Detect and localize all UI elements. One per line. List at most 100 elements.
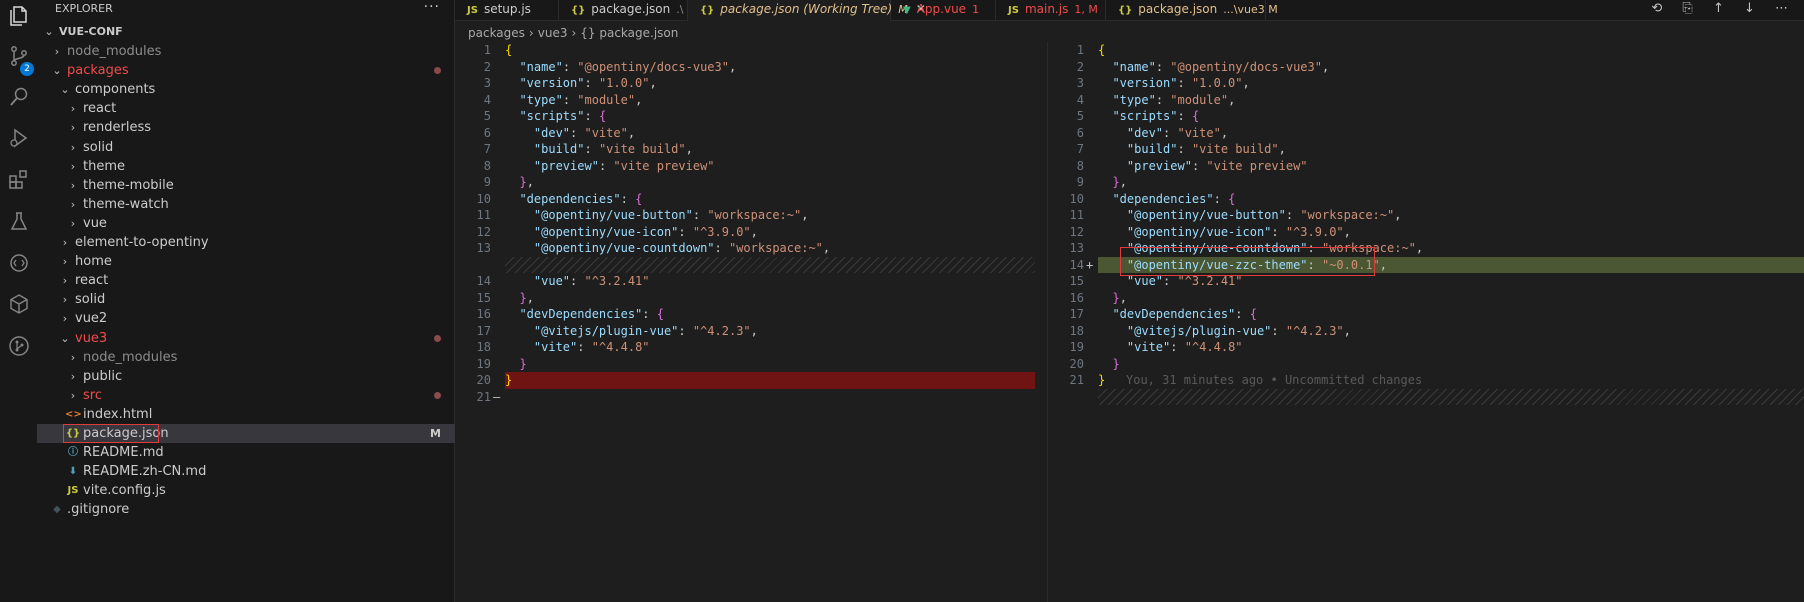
tree-folder[interactable]: › vue2 — [37, 309, 455, 328]
code-line[interactable]: 2 "name": "@opentiny/docs-vue3", — [1048, 59, 1804, 76]
editor-tab[interactable]: ▼ App.vue 1 — [891, 0, 996, 21]
git-graph-icon[interactable] — [7, 334, 31, 358]
tree-file[interactable]: <> index.html — [37, 405, 455, 424]
code-line[interactable]: 5 "scripts": { — [1048, 108, 1804, 125]
code-text: }, — [519, 290, 534, 305]
code-line[interactable]: 4 "type": "module", — [455, 92, 1047, 109]
code-line[interactable]: 14 "vue": "^3.2.41" — [455, 273, 1047, 290]
run-debug-icon[interactable] — [7, 126, 31, 150]
tree-folder[interactable]: › src — [37, 386, 455, 405]
tree-folder[interactable]: › node_modules — [37, 42, 455, 61]
line-number: 12 — [1069, 224, 1084, 239]
code-line[interactable]: 8 "preview": "vite preview" — [1048, 158, 1804, 175]
tree-root-folder[interactable]: ⌄ VUE-CONF — [37, 22, 455, 41]
code-line[interactable]: 13 "@opentiny/vue-countdown": "workspace… — [455, 240, 1047, 257]
code-line[interactable]: 17 "@vitejs/plugin-vue": "^4.2.3", — [455, 323, 1047, 340]
tree-folder[interactable]: › theme-watch — [37, 195, 455, 214]
code-text: }, — [1112, 290, 1127, 305]
editor-actions[interactable]: ⟲ ⎘ ↑ ↓ ⋯ — [1651, 0, 1796, 18]
code-line[interactable]: 2 "name": "@opentiny/docs-vue3", — [455, 59, 1047, 76]
tree-folder[interactable]: › public — [37, 367, 455, 386]
code-line[interactable]: 10 "dependencies": { — [455, 191, 1047, 208]
tree-file[interactable]: ⓘ README.md — [37, 443, 455, 462]
tree-folder[interactable]: › vue — [37, 214, 455, 233]
breadcrumb-item[interactable]: {} package.json — [580, 26, 678, 40]
editor-tab[interactable]: JS setup.js — [455, 0, 559, 21]
tree-item-label: react — [75, 273, 109, 289]
code-line[interactable]: 20 } — [1048, 356, 1804, 373]
code-line[interactable]: 16 "devDependencies": { — [455, 306, 1047, 323]
tree-folder[interactable]: › react — [37, 99, 455, 118]
code-line[interactable]: 15 }, — [455, 290, 1047, 307]
code-line[interactable]: 7 "build": "vite build", — [455, 141, 1047, 158]
remote-explorer-icon[interactable] — [7, 251, 31, 275]
code-line[interactable]: 18 "@vitejs/plugin-vue": "^4.2.3", — [1048, 323, 1804, 340]
file-type-icon: JS — [67, 485, 79, 497]
tree-folder[interactable]: › home — [37, 252, 455, 271]
code-line[interactable]: 4 "type": "module", — [1048, 92, 1804, 109]
line-number: 16 — [1069, 290, 1084, 305]
code-line[interactable]: 20} — [455, 372, 1047, 389]
tree-folder[interactable]: › react — [37, 271, 455, 290]
code-line[interactable]: 9 }, — [455, 174, 1047, 191]
code-line[interactable]: 19 "vite": "^4.4.8" — [1048, 339, 1804, 356]
tree-folder[interactable]: › solid — [37, 138, 455, 157]
tree-file[interactable]: JS vite.config.js — [37, 481, 455, 500]
extensions-icon[interactable] — [7, 168, 31, 192]
code-line[interactable]: 11 "@opentiny/vue-button": "workspace:~"… — [1048, 207, 1804, 224]
search-icon[interactable] — [7, 85, 31, 109]
code-line[interactable]: 17 "devDependencies": { — [1048, 306, 1804, 323]
diff-modified-pane[interactable]: 1{2 "name": "@opentiny/docs-vue3", 3 "ver… — [1047, 42, 1804, 602]
editor-tab[interactable]: {} package.json .\ — [559, 0, 688, 21]
tree-folder[interactable]: › node_modules — [37, 348, 455, 367]
code-line[interactable]: 12 "@opentiny/vue-icon": "^3.9.0", — [1048, 224, 1804, 241]
tree-file[interactable]: ⬇ README.zh-CN.md — [37, 462, 455, 481]
code-line[interactable]: 18 "vite": "^4.4.8" — [455, 339, 1047, 356]
code-line[interactable]: 16 }, — [1048, 290, 1804, 307]
testing-icon[interactable] — [7, 210, 31, 234]
code-line[interactable]: 3 "version": "1.0.0", — [1048, 75, 1804, 92]
tree-folder[interactable]: › solid — [37, 290, 455, 309]
code-line[interactable]: 3 "version": "1.0.0", — [455, 75, 1047, 92]
tree-item-label: node_modules — [83, 349, 178, 365]
tree-folder[interactable]: › theme-mobile — [37, 176, 455, 195]
code-line[interactable]: 8 "preview": "vite preview" — [455, 158, 1047, 175]
code-line[interactable]: 5 "scripts": { — [455, 108, 1047, 125]
code-line[interactable]: 12 "@opentiny/vue-icon": "^3.9.0", — [455, 224, 1047, 241]
code-text: "scripts": { — [519, 109, 607, 123]
code-text: "type": "module", — [519, 92, 643, 107]
code-line[interactable]: 11 "@opentiny/vue-button": "workspace:~"… — [455, 207, 1047, 224]
breadcrumb-item[interactable]: vue3 — [538, 26, 568, 40]
more-actions-icon[interactable]: ··· — [424, 0, 440, 15]
code-line[interactable]: 7 "build": "vite build", — [1048, 141, 1804, 158]
code-line[interactable]: 19 } — [455, 356, 1047, 373]
code-line[interactable]: 1{ — [455, 42, 1047, 59]
tree-folder[interactable]: ⌄ components — [37, 80, 455, 99]
tree-folder[interactable]: › theme — [37, 157, 455, 176]
line-number: 10 — [1069, 191, 1084, 206]
code-text: "devDependencies": { — [519, 307, 664, 321]
code-line[interactable]: 6 "dev": "vite", — [455, 125, 1047, 142]
code-line[interactable]: 21} You, 31 minutes ago • Uncommitted cha… — [1048, 372, 1804, 389]
chevron-right-icon: › — [54, 45, 60, 58]
tree-item-label: vue — [83, 215, 107, 231]
code-line[interactable]: 10 "dependencies": { — [1048, 191, 1804, 208]
tree-folder[interactable]: › element-to-opentiny — [37, 233, 455, 252]
line-number: 7 — [483, 142, 491, 156]
code-line[interactable]: 9 }, — [1048, 174, 1804, 191]
breadcrumb-item[interactable]: packages — [468, 26, 525, 40]
code-line[interactable]: 6 "dev": "vite", — [1048, 125, 1804, 142]
tree-folder[interactable]: › renderless — [37, 118, 455, 137]
editor-tab[interactable]: JS main.js 1, M — [996, 0, 1106, 21]
diff-original-pane[interactable]: 1{2 "name": "@opentiny/docs-vue3", 3 "ver… — [455, 42, 1047, 602]
tree-folder[interactable]: ⌄ vue3 — [37, 329, 455, 348]
code-text: "vue": "^3.2.41" — [533, 274, 650, 288]
code-line[interactable]: 21– — [455, 389, 1047, 406]
code-line[interactable]: 1{ — [1048, 42, 1804, 59]
container-icon[interactable] — [7, 292, 31, 316]
editor-tab[interactable]: {} package.json (Working Tree) M ✕ — [688, 0, 926, 21]
editor-tab[interactable]: {} package.json ...\vue3 M — [1106, 0, 1278, 21]
tree-file[interactable]: ◆ .gitignore — [37, 500, 455, 519]
explorer-icon[interactable] — [7, 4, 31, 28]
tree-folder[interactable]: ⌄ packages — [37, 61, 455, 80]
